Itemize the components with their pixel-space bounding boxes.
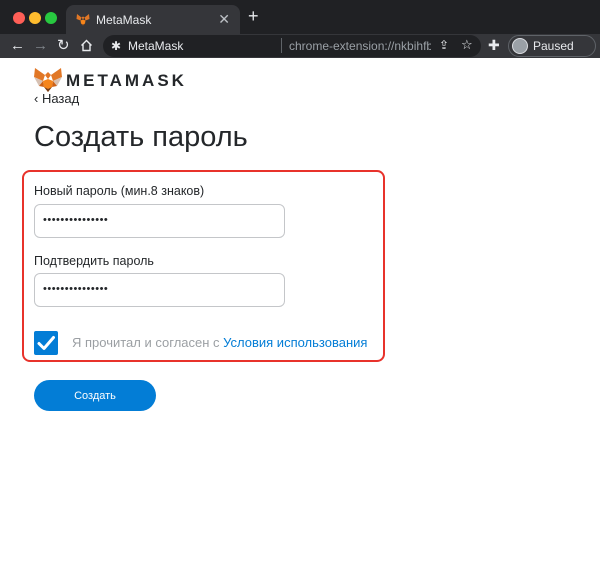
confirm-password-value: ••••••••••••••• [43, 283, 109, 295]
terms-label: Я прочитал и согласен с Условия использо… [72, 335, 367, 350]
tab-title: MetaMask [96, 13, 152, 27]
back-arrow-icon[interactable]: ← [10, 36, 25, 56]
home-icon[interactable] [80, 39, 93, 52]
page-title: Создать пароль [34, 121, 248, 153]
new-tab-button[interactable]: + [248, 6, 259, 27]
metamask-fox-icon [34, 68, 62, 92]
address-divider [281, 38, 282, 53]
minimize-window-button[interactable] [29, 12, 41, 24]
confirm-password-label: Подтвердить пароль [34, 254, 154, 268]
share-icon[interactable]: ⇪ [439, 38, 449, 52]
bookmark-star-icon[interactable]: ☆ [461, 37, 473, 53]
checkmark-icon [37, 336, 55, 350]
create-button[interactable]: Создать [34, 380, 156, 411]
metamask-wordmark: METAMASK [66, 71, 187, 90]
back-link[interactable]: ‹ Назад [34, 91, 79, 106]
new-password-field[interactable]: ••••••••••••••• [34, 204, 285, 238]
reload-icon[interactable]: ↻ [57, 36, 70, 56]
terms-checkbox[interactable] [34, 331, 58, 355]
forward-arrow-icon[interactable]: → [33, 36, 48, 56]
page-content: METAMASK ‹ Назад Создать пароль Новый па… [0, 58, 600, 567]
tab-metamask[interactable]: MetaMask ✕ [66, 5, 240, 34]
maximize-window-button[interactable] [45, 12, 57, 24]
close-tab-icon[interactable]: ✕ [218, 11, 230, 28]
close-window-button[interactable] [13, 12, 25, 24]
browser-window: MetaMask ✕ + ← → ↻ ✱ MetaMask chrome-ext… [0, 0, 600, 567]
terms-of-use-link[interactable]: Условия использования [223, 335, 367, 350]
address-bar[interactable]: ✱ MetaMask chrome-extension://nkbihfbeog… [103, 35, 481, 57]
terms-text: Я прочитал и согласен с [72, 335, 224, 350]
profile-button[interactable]: Paused [508, 35, 596, 57]
browser-toolbar: ← → ↻ ✱ MetaMask chrome-extension://nkbi… [0, 34, 600, 58]
site-name: MetaMask [128, 39, 184, 53]
profile-status: Paused [533, 39, 574, 53]
avatar [512, 38, 528, 54]
tab-strip: MetaMask ✕ + [0, 0, 600, 34]
new-password-label: Новый пароль (мин.8 знаков) [34, 184, 205, 198]
extensions-puzzle-icon[interactable]: ✚ [488, 37, 500, 54]
extension-icon: ✱ [111, 39, 122, 53]
url-text[interactable]: chrome-extension://nkbihfbeogaeaoehlefnk… [289, 39, 431, 53]
metamask-fox-icon [76, 14, 90, 26]
new-password-value: ••••••••••••••• [43, 214, 109, 226]
confirm-password-field[interactable]: ••••••••••••••• [34, 273, 285, 307]
